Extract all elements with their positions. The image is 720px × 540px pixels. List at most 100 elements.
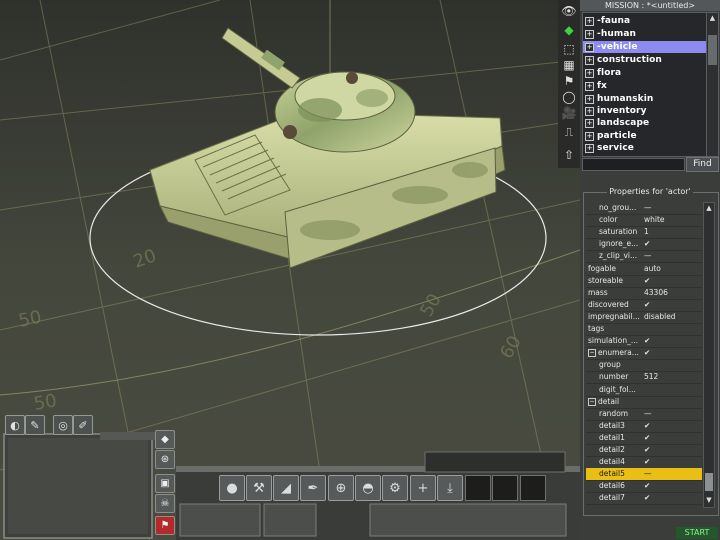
property-row[interactable]: simulation_... ✔ xyxy=(586,335,702,349)
expand-icon[interactable]: + xyxy=(585,118,594,128)
property-row[interactable]: z_clip_vi... — xyxy=(586,250,702,264)
hud-action-helmet[interactable]: ◓ xyxy=(355,475,381,501)
scroll-up-icon[interactable]: ▲ xyxy=(708,14,717,23)
expand-icon[interactable]: + xyxy=(585,16,594,26)
property-value[interactable]: — xyxy=(644,408,652,420)
property-value[interactable]: 43306 xyxy=(644,287,668,299)
property-row[interactable]: no_grou... — xyxy=(586,202,702,215)
property-value[interactable]: 512 xyxy=(644,371,658,383)
property-value[interactable]: — xyxy=(644,202,652,214)
tree-item-landscape[interactable]: + landscape xyxy=(583,117,706,129)
expand-icon[interactable]: + xyxy=(585,68,594,78)
tree-item-flora[interactable]: + flora xyxy=(583,67,706,79)
dotted-select-icon[interactable]: ⬚ xyxy=(560,40,578,57)
property-row[interactable]: detail6 ✔ xyxy=(586,480,702,494)
expand-icon[interactable]: + xyxy=(585,29,594,39)
tree-item-human[interactable]: + -human xyxy=(583,28,706,40)
side-button-toggle[interactable]: ◆ xyxy=(155,430,175,449)
hud-empty-slot[interactable] xyxy=(465,475,491,501)
scroll-thumb[interactable] xyxy=(708,35,717,65)
hud-action-plus[interactable]: + xyxy=(410,475,436,501)
hud-action-grenade[interactable]: ● xyxy=(219,475,245,501)
hud-action-crosshair[interactable]: ⊕ xyxy=(328,475,354,501)
find-input[interactable] xyxy=(582,158,685,171)
property-row[interactable]: storeable ✔ xyxy=(586,275,702,288)
property-value[interactable]: ✔ xyxy=(644,238,650,250)
diamond-select-icon[interactable]: ◆ xyxy=(560,21,578,38)
hud-action-knife[interactable]: ◢ xyxy=(273,475,299,501)
flag-icon[interactable]: ⚑ xyxy=(560,72,578,89)
tree-scrollbar[interactable]: ▲ xyxy=(706,12,719,157)
tree-item-humanskin[interactable]: + humanskin xyxy=(583,93,706,105)
property-value[interactable]: ✔ xyxy=(644,299,650,311)
tree-item-inventory[interactable]: + inventory xyxy=(583,105,706,117)
order-button-edit[interactable]: ✎ xyxy=(25,415,45,435)
order-button-stand[interactable]: ◐ xyxy=(5,415,25,435)
property-value[interactable]: 1 xyxy=(644,226,649,238)
property-row[interactable]: − detail xyxy=(586,396,702,409)
expand-icon[interactable]: + xyxy=(585,143,594,153)
property-row[interactable]: impregnabil... disabled xyxy=(586,311,702,324)
property-row[interactable]: mass 43306 xyxy=(586,287,702,300)
hud-action-wrench[interactable]: ⚙ xyxy=(382,475,408,501)
tree-item-vehicle[interactable]: + -vehicle xyxy=(583,41,706,53)
expand-icon[interactable]: + xyxy=(585,106,594,116)
scroll-down-icon[interactable]: ▼ xyxy=(705,496,713,504)
properties-scrollbar[interactable]: ▲ ▼ xyxy=(703,202,715,508)
tree-item-particle[interactable]: + particle xyxy=(583,130,706,142)
property-row[interactable]: discovered ✔ xyxy=(586,299,702,312)
property-value[interactable]: disabled xyxy=(644,311,676,323)
property-value[interactable]: ✔ xyxy=(644,432,650,444)
step-icon[interactable]: ⎍ xyxy=(560,124,578,141)
side-button-units[interactable]: ⚑ xyxy=(155,516,175,535)
property-value[interactable]: — xyxy=(644,250,652,262)
property-row[interactable]: ignore_e... ✔ xyxy=(586,238,702,252)
start-button[interactable]: START xyxy=(676,527,718,539)
property-value[interactable]: ✔ xyxy=(644,420,650,432)
property-value[interactable]: ✔ xyxy=(644,347,650,359)
circle-icon[interactable]: ◯ xyxy=(560,88,578,105)
expand-icon[interactable]: + xyxy=(585,42,594,52)
property-value[interactable]: — xyxy=(644,468,652,480)
hud-empty-slot[interactable] xyxy=(492,475,518,501)
hud-action-pistol[interactable]: ✒ xyxy=(300,475,326,501)
object-tree[interactable]: + -fauna + -human + -vehicle + construction … xyxy=(582,12,707,157)
grid-select-icon[interactable]: ▦ xyxy=(560,56,578,73)
property-row[interactable]: detail1 ✔ xyxy=(586,432,702,445)
side-button-map[interactable]: ▣ xyxy=(155,474,175,493)
order-button-draw[interactable]: ✐ xyxy=(73,415,93,435)
expand-icon[interactable]: + xyxy=(585,94,594,104)
tree-item-fauna[interactable]: + -fauna xyxy=(583,15,706,27)
property-value[interactable]: white xyxy=(644,214,665,226)
property-row[interactable]: digit_fol... xyxy=(586,384,702,397)
property-row[interactable]: group xyxy=(586,359,702,373)
property-value[interactable]: auto xyxy=(644,263,661,275)
hud-action-drop[interactable]: ⤓ xyxy=(437,475,463,501)
tree-item-service[interactable]: + service xyxy=(583,142,706,154)
eye-icon[interactable]: 👁 xyxy=(560,2,578,19)
property-value[interactable]: ✔ xyxy=(644,335,650,347)
arrow-up-icon[interactable]: ⇧ xyxy=(560,146,578,163)
expand-icon[interactable]: + xyxy=(585,131,594,141)
tree-item-construction[interactable]: + construction xyxy=(583,54,706,66)
property-value[interactable]: ✔ xyxy=(644,456,650,468)
property-row[interactable]: detail5 — xyxy=(586,468,702,482)
property-row[interactable]: detail4 ✔ xyxy=(586,456,702,470)
property-value[interactable]: ✔ xyxy=(644,275,650,287)
hud-empty-slot[interactable] xyxy=(520,475,546,501)
expand-icon[interactable]: + xyxy=(585,81,594,91)
property-row[interactable]: saturation 1 xyxy=(586,226,702,240)
property-row[interactable]: detail2 ✔ xyxy=(586,444,702,457)
property-value[interactable]: ✔ xyxy=(644,492,650,504)
property-value[interactable]: ✔ xyxy=(644,444,650,456)
expand-icon[interactable]: + xyxy=(585,55,594,65)
scroll-up-icon[interactable]: ▲ xyxy=(705,204,713,212)
property-row[interactable]: detail3 ✔ xyxy=(586,420,702,433)
order-button-target[interactable]: ◎ xyxy=(53,415,73,435)
property-row[interactable]: color white xyxy=(586,214,702,228)
property-row[interactable]: − enumera... ✔ xyxy=(586,347,702,361)
property-row[interactable]: tags xyxy=(586,323,702,336)
property-row[interactable]: random — xyxy=(586,408,702,421)
property-row[interactable]: number 512 xyxy=(586,371,702,385)
properties-grid[interactable]: no_grou... — color white saturation 1 ignore_e… xyxy=(586,202,702,506)
